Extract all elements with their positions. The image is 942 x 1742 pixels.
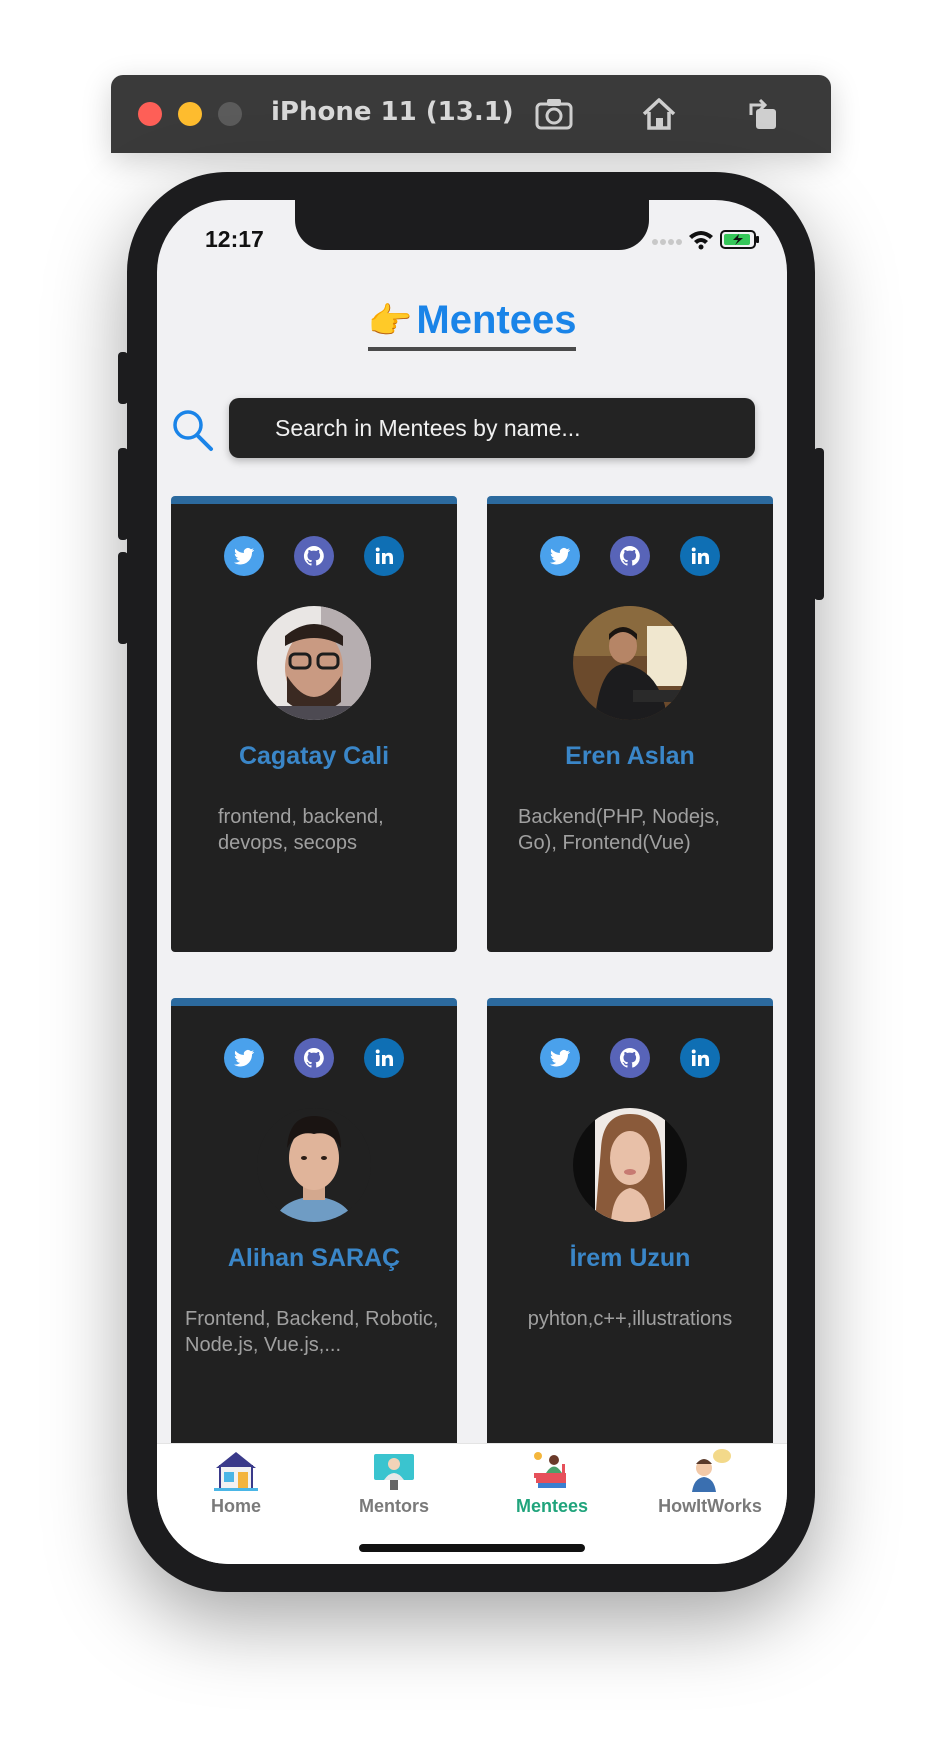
github-icon[interactable]: [294, 536, 334, 576]
search-icon[interactable]: [171, 408, 215, 452]
home-icon[interactable]: [639, 95, 679, 133]
mentee-books-icon: [534, 1452, 566, 1488]
mentee-card[interactable]: Alihan SARAÇ Frontend, Backend, Robotic,…: [171, 998, 457, 1454]
avatar: [573, 1108, 687, 1222]
mentee-card[interactable]: İrem Uzun pyhton,c++,illustrations: [487, 998, 773, 1454]
status-icons: [651, 228, 761, 250]
pointing-hand-icon: 👉: [367, 300, 413, 341]
notch: [295, 200, 649, 250]
twitter-icon[interactable]: [224, 1038, 264, 1078]
mentee-skills: frontend, backend, devops, secops: [218, 806, 384, 854]
rotate-icon[interactable]: [743, 95, 783, 133]
twitter-icon[interactable]: [540, 536, 580, 576]
tab-mentees[interactable]: Mentees: [473, 1448, 631, 1517]
mentee-card[interactable]: Eren Aslan Backend(PHP, Nodejs, Go), Fro…: [487, 496, 773, 952]
github-icon[interactable]: [610, 1038, 650, 1078]
minimize-window-button[interactable]: [178, 102, 202, 126]
search-placeholder: Search in Mentees by name...: [275, 414, 581, 441]
linkedin-icon[interactable]: [364, 1038, 404, 1078]
person-speech-icon: [692, 1449, 731, 1492]
tab-howitworks[interactable]: HowItWorks: [631, 1448, 787, 1517]
linkedin-icon[interactable]: [364, 536, 404, 576]
battery-icon: [720, 230, 759, 249]
mentee-name: Alihan SARAÇ: [227, 1244, 401, 1272]
social-links: [171, 536, 457, 576]
volume-up-button: [118, 448, 128, 540]
zoom-window-button[interactable]: [218, 102, 242, 126]
avatar: [573, 606, 687, 720]
home-indicator[interactable]: [359, 1544, 585, 1552]
tab-home[interactable]: Home: [157, 1448, 315, 1517]
twitter-icon[interactable]: [224, 536, 264, 576]
linkedin-icon[interactable]: [680, 1038, 720, 1078]
volume-down-button: [118, 552, 128, 644]
page-title-text: Mentees: [416, 298, 577, 342]
mentee-skills: pyhton,c++,illustrations: [527, 1308, 733, 1330]
tab-label: HowItWorks: [658, 1496, 762, 1516]
status-time: 12:17: [205, 226, 264, 252]
mentee-card[interactable]: Cagatay Cali frontend, backend, devops, …: [171, 496, 457, 952]
page-header: 👉 Mentees: [157, 298, 787, 351]
close-window-button[interactable]: [138, 102, 162, 126]
social-links: [171, 1038, 457, 1078]
signal-icon: [652, 239, 682, 245]
social-links: [487, 536, 773, 576]
simulator-titlebar: iPhone 11 (13.1): [111, 75, 831, 153]
power-button: [814, 448, 824, 600]
simulator-title: iPhone 11 (13.1): [271, 97, 514, 127]
tab-label: Home: [210, 1496, 261, 1516]
mentee-skills: Frontend, Backend, Robotic, Node.js, Vue…: [185, 1308, 439, 1356]
tab-label: Mentees: [515, 1496, 589, 1516]
github-icon[interactable]: [294, 1038, 334, 1078]
page-title: 👉 Mentees: [367, 298, 577, 351]
app-screen: 12:17 👉 Mentees Search in Mentees by name…: [157, 200, 787, 1564]
house-icon: [214, 1452, 258, 1491]
twitter-icon[interactable]: [540, 1038, 580, 1078]
mentee-name: Eren Aslan: [565, 742, 695, 770]
avatar: [257, 606, 371, 720]
search-input[interactable]: Search in Mentees by name...: [229, 398, 755, 458]
avatar: [257, 1108, 371, 1222]
mentee-skills: Backend(PHP, Nodejs, Go), Frontend(Vue): [518, 806, 720, 854]
mute-switch: [118, 352, 128, 404]
mentee-name: İrem Uzun: [569, 1244, 691, 1272]
social-links: [487, 1038, 773, 1078]
screenshot-icon[interactable]: [534, 95, 574, 133]
tab-mentors[interactable]: Mentors: [315, 1448, 473, 1517]
tab-label: Mentors: [358, 1496, 429, 1516]
wifi-icon: [689, 231, 713, 250]
mentee-name: Cagatay Cali: [238, 742, 390, 770]
mentor-icon: [374, 1454, 414, 1490]
linkedin-icon[interactable]: [680, 536, 720, 576]
github-icon[interactable]: [610, 536, 650, 576]
